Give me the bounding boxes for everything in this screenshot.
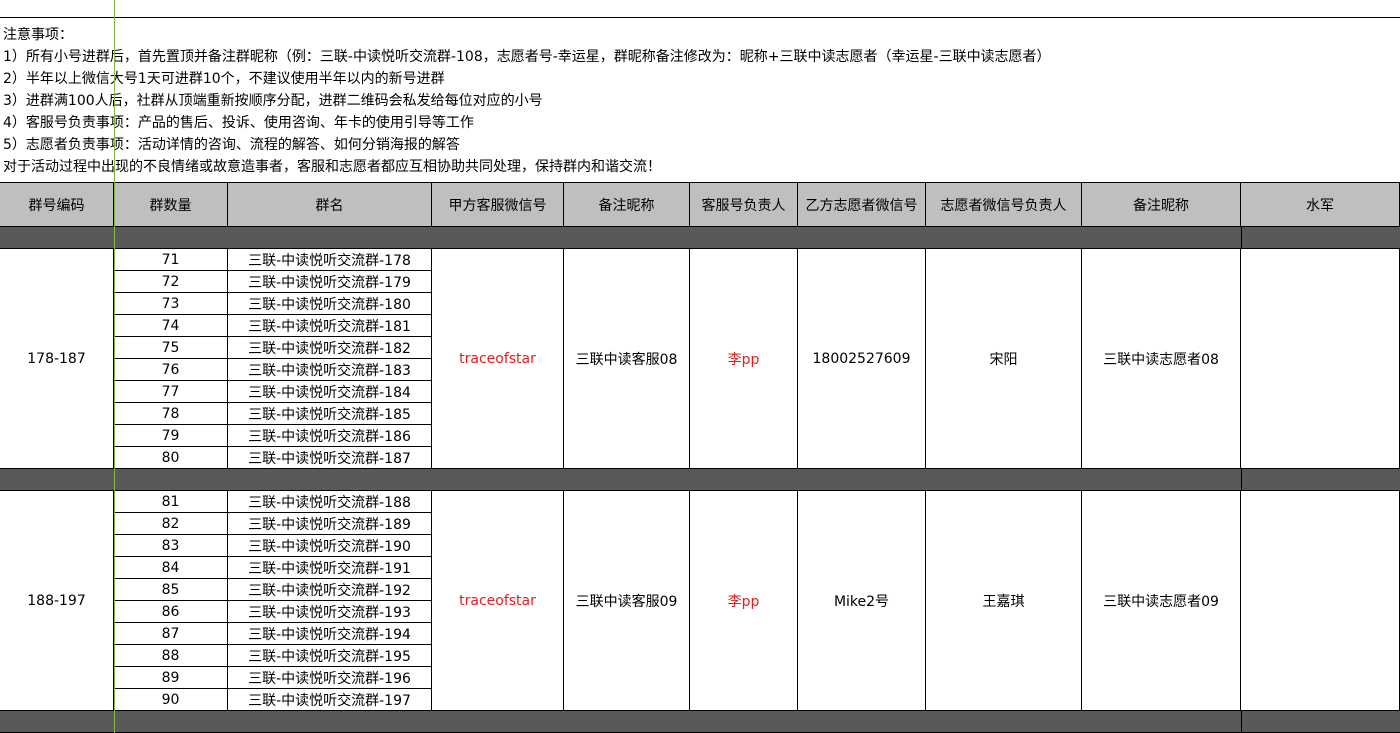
volunteer-owner-cell[interactable]: 王嘉琪 xyxy=(926,491,1082,711)
group-code-cell[interactable]: 188-197 xyxy=(0,491,114,711)
group-name-cell[interactable]: 三联-中读悦听交流群-194 xyxy=(228,623,432,645)
group-name-cell[interactable]: 三联-中读悦听交流群-182 xyxy=(228,337,432,359)
group-name-cell[interactable]: 三联-中读悦听交流群-192 xyxy=(228,579,432,601)
group-name-cell[interactable]: 三联-中读悦听交流群-189 xyxy=(228,513,432,535)
group-assignment-table: 群号编码 群数量 群名 甲方客服微信号 备注昵称 客服号负责人 乙方志愿者微信号 志愿者微信号… xyxy=(0,182,1400,733)
note-line: 1）所有小号进群后，首先置顶并备注群昵称（例：三联-中读悦听交流群-108，志愿… xyxy=(3,49,1051,65)
group-name-cell[interactable]: 三联-中读悦听交流群-188 xyxy=(228,491,432,513)
group-count-cell[interactable]: 83 xyxy=(114,535,228,557)
service-owner-cell[interactable]: 李pp xyxy=(690,249,798,469)
column-guide-line xyxy=(114,0,115,733)
group-count-cell[interactable]: 80 xyxy=(114,447,228,469)
service-nickname-cell[interactable]: 三联中读客服08 xyxy=(564,249,690,469)
service-wechat-cell[interactable]: traceofstar xyxy=(432,491,564,711)
separator-row xyxy=(0,227,1400,249)
formula-bar-row xyxy=(0,0,1400,18)
column-header[interactable]: 备注昵称 xyxy=(564,182,690,227)
water-army-cell[interactable] xyxy=(1241,249,1400,469)
group-count-cell[interactable]: 76 xyxy=(114,359,228,381)
group-count-cell[interactable]: 72 xyxy=(114,271,228,293)
column-header[interactable]: 水军 xyxy=(1241,182,1400,227)
group-name-cell[interactable]: 三联-中读悦听交流群-195 xyxy=(228,645,432,667)
group-count-cell[interactable]: 84 xyxy=(114,557,228,579)
notes-title: 注意事项： xyxy=(3,27,73,43)
volunteer-nickname-cell[interactable]: 三联中读志愿者09 xyxy=(1082,491,1241,711)
group-count-cell[interactable]: 81 xyxy=(114,491,228,513)
group-name-cell[interactable]: 三联-中读悦听交流群-183 xyxy=(228,359,432,381)
column-header[interactable]: 群号编码 xyxy=(0,182,114,227)
group-count-cell[interactable]: 86 xyxy=(114,601,228,623)
column-header[interactable]: 志愿者微信号负责人 xyxy=(926,182,1082,227)
group-name-cell[interactable]: 三联-中读悦听交流群-184 xyxy=(228,381,432,403)
group-count-cell[interactable]: 88 xyxy=(114,645,228,667)
group-name-cell[interactable]: 三联-中读悦听交流群-179 xyxy=(228,271,432,293)
column-header[interactable]: 客服号负责人 xyxy=(690,182,798,227)
group-count-cell[interactable]: 79 xyxy=(114,425,228,447)
note-line: 5）志愿者负责事项：活动详情的咨询、流程的解答、如何分销海报的解答 xyxy=(3,137,460,153)
column-header[interactable]: 群名 xyxy=(228,182,432,227)
group-count-cell[interactable]: 89 xyxy=(114,667,228,689)
column-header[interactable]: 甲方客服微信号 xyxy=(432,182,564,227)
group-name-cell[interactable]: 三联-中读悦听交流群-181 xyxy=(228,315,432,337)
volunteer-wechat-cell[interactable]: Mike2号 xyxy=(798,491,926,711)
group-name-cell[interactable]: 三联-中读悦听交流群-191 xyxy=(228,557,432,579)
group-code-cell[interactable]: 178-187 xyxy=(0,249,114,469)
group-count-cell[interactable]: 87 xyxy=(114,623,228,645)
group-name-cell[interactable]: 三联-中读悦听交流群-196 xyxy=(228,667,432,689)
separator-divider xyxy=(1241,711,1242,733)
group-name-cell[interactable]: 三联-中读悦听交流群-185 xyxy=(228,403,432,425)
notes-section: 注意事项： 1）所有小号进群后，首先置顶并备注群昵称（例：三联-中读悦听交流群-… xyxy=(3,24,1393,178)
group-name-cell[interactable]: 三联-中读悦听交流群-180 xyxy=(228,293,432,315)
group-name-cell[interactable]: 三联-中读悦听交流群-186 xyxy=(228,425,432,447)
group-count-cell[interactable]: 71 xyxy=(114,249,228,271)
group-name-cell[interactable]: 三联-中读悦听交流群-178 xyxy=(228,249,432,271)
note-line: 2）半年以上微信大号1天可进群10个，不建议使用半年以内的新号进群 xyxy=(3,71,445,87)
service-owner-cell[interactable]: 李pp xyxy=(690,491,798,711)
volunteer-owner-cell[interactable]: 宋阳 xyxy=(926,249,1082,469)
group-count-cell[interactable]: 77 xyxy=(114,381,228,403)
group-count-cell[interactable]: 82 xyxy=(114,513,228,535)
group-count-cell[interactable]: 75 xyxy=(114,337,228,359)
group-name-cell[interactable]: 三联-中读悦听交流群-197 xyxy=(228,689,432,711)
group-count-cell[interactable]: 90 xyxy=(114,689,228,711)
separator-divider xyxy=(1241,227,1242,249)
column-header[interactable]: 群数量 xyxy=(114,182,228,227)
service-wechat-cell[interactable]: traceofstar xyxy=(432,249,564,469)
column-header[interactable]: 备注昵称 xyxy=(1082,182,1241,227)
separator-row xyxy=(0,711,1400,733)
column-header[interactable]: 乙方志愿者微信号 xyxy=(798,182,926,227)
separator-row xyxy=(0,469,1400,491)
volunteer-nickname-cell[interactable]: 三联中读志愿者08 xyxy=(1082,249,1241,469)
note-line: 4）客服号负责事项：产品的售后、投诉、使用咨询、年卡的使用引导等工作 xyxy=(3,115,474,131)
separator-divider xyxy=(1241,469,1242,491)
group-count-cell[interactable]: 73 xyxy=(114,293,228,315)
volunteer-wechat-cell[interactable]: 18002527609 xyxy=(798,249,926,469)
note-line: 对于活动过程中出现的不良情绪或故意造事者，客服和志愿者都应互相协助共同处理，保持… xyxy=(3,159,661,175)
group-name-cell[interactable]: 三联-中读悦听交流群-190 xyxy=(228,535,432,557)
group-count-cell[interactable]: 85 xyxy=(114,579,228,601)
group-count-cell[interactable]: 78 xyxy=(114,403,228,425)
note-line: 3）进群满100人后，社群从顶端重新按顺序分配，进群二维码会私发给每位对应的小号 xyxy=(3,93,543,109)
group-name-cell[interactable]: 三联-中读悦听交流群-193 xyxy=(228,601,432,623)
service-nickname-cell[interactable]: 三联中读客服09 xyxy=(564,491,690,711)
group-name-cell[interactable]: 三联-中读悦听交流群-187 xyxy=(228,447,432,469)
group-count-cell[interactable]: 74 xyxy=(114,315,228,337)
water-army-cell[interactable] xyxy=(1241,491,1400,711)
